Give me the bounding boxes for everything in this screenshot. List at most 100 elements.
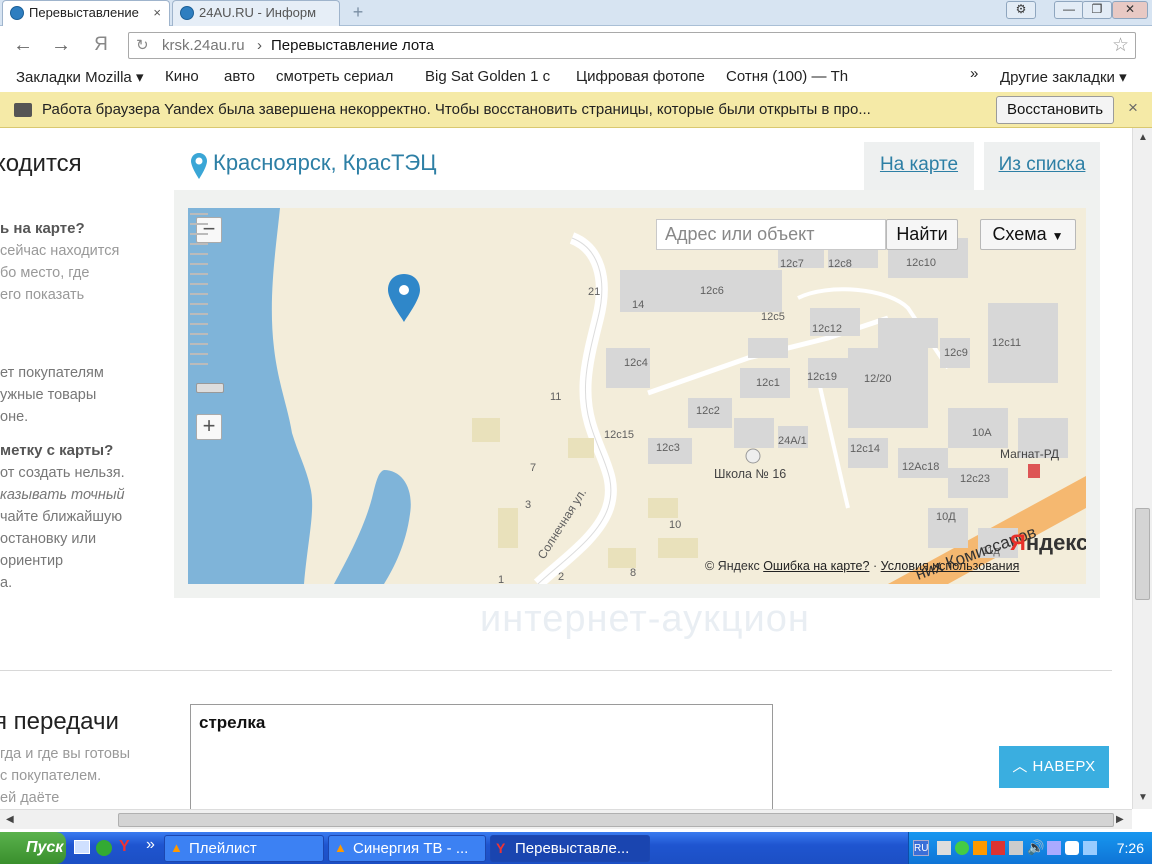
scroll-right-arrow-icon[interactable]: ▶ [1116, 814, 1124, 825]
tray-app-icon[interactable] [1065, 841, 1079, 855]
map-school-label: Школа № 16 [714, 467, 786, 481]
map-label: 7 [530, 462, 536, 474]
new-tab-button[interactable]: + [346, 2, 370, 24]
scroll-top-button[interactable]: ︿ НАВЕРХ [999, 746, 1109, 788]
sidebar-text-1: сейчас находится бо место, где его показ… [0, 243, 120, 303]
yandex-browser-icon[interactable]: Y [119, 838, 130, 856]
map-label: 12c10 [906, 257, 936, 269]
map-water-inlet [334, 470, 411, 584]
forward-arrow-icon[interactable]: → [48, 34, 74, 58]
bookmark-serial[interactable]: смотреть сериал [276, 68, 410, 85]
map-label: 12c14 [850, 443, 880, 455]
tray-app-icon[interactable] [1047, 841, 1061, 855]
map-label: 12c5 [761, 311, 785, 323]
zoom-slider[interactable] [188, 208, 210, 374]
map-search-input[interactable]: Адрес или объект [656, 219, 886, 250]
bookmark-bigsat[interactable]: Big Sat Golden 1 c [425, 68, 557, 85]
map-label: 12c7 [780, 258, 804, 270]
map-label: 10Д [936, 511, 956, 523]
map-label: 12Ас18 [902, 461, 939, 473]
map-label: 8 [630, 567, 636, 579]
section-title-delivery: я передачи [0, 708, 119, 735]
quicklaunch-more[interactable]: » [146, 836, 155, 854]
maximize-button[interactable]: ❐ [1082, 1, 1112, 19]
start-button[interactable]: Пуск [0, 832, 66, 864]
back-arrow-icon[interactable]: ← [10, 34, 36, 58]
address-bar[interactable]: ↻ krsk.24au.ru › Перевыставление лота ☆ [128, 32, 1136, 59]
restore-button[interactable]: Восстановить [996, 96, 1114, 124]
tray-app-icon[interactable] [973, 841, 987, 855]
sidebar-text-2: ет покупателям ужные товары оне. [0, 365, 104, 425]
vertical-scrollbar[interactable]: ▲ ▼ [1132, 128, 1152, 809]
scroll-up-arrow-icon[interactable]: ▲ [1138, 132, 1148, 143]
tray-app-icon[interactable] [1009, 841, 1023, 855]
zoom-in-button[interactable]: + [196, 414, 222, 440]
tab-title: 24AU.RU - Информ [199, 5, 317, 20]
task-yandex-browser[interactable]: Y Перевыставле... [490, 835, 650, 862]
horizontal-scroll-thumb[interactable] [118, 813, 1114, 827]
bookmarks-bar: Закладки Mozilla ▾ Кино авто смотреть се… [0, 64, 1152, 92]
yandex-logo[interactable]: Яндекс [1010, 530, 1086, 556]
clock[interactable]: 7:26 [1117, 840, 1144, 856]
map-find-button[interactable]: Найти [886, 219, 958, 250]
tab-24au[interactable]: 24AU.RU - Информ [172, 0, 340, 26]
bookmark-sotnya[interactable]: Сотня (100) — Th [726, 68, 860, 85]
language-indicator[interactable]: RU [913, 840, 929, 856]
map-road-lane [816, 377, 850, 509]
vertical-scroll-thumb[interactable] [1135, 508, 1150, 600]
task-sinergia[interactable]: ▲ Синергия ТВ - ... [328, 835, 486, 862]
task-playlist[interactable]: ▲ Плейлист [164, 835, 324, 862]
tab-perevystavlenie[interactable]: Перевыставление × [2, 0, 170, 26]
map-error-link[interactable]: Ошибка на карте? [763, 559, 869, 573]
bookmarks-more-chevron[interactable]: » [970, 65, 978, 82]
bookmark-other-folder[interactable]: Другие закладки ▾ [1000, 68, 1127, 86]
sidebar-text-3: от создать нельзя. казывать точный чайте… [0, 465, 125, 591]
site-favicon-icon [180, 6, 194, 20]
scroll-down-arrow-icon[interactable]: ▼ [1138, 792, 1148, 803]
map-type-select[interactable]: Схема ▼ [980, 219, 1076, 250]
tray-app-icon[interactable] [991, 841, 1005, 855]
map-terms-link[interactable]: Условия использования [881, 559, 1020, 573]
tray-app-icon[interactable] [1083, 841, 1097, 855]
map-label: 21 [588, 286, 600, 298]
tab-on-map[interactable]: На карте [864, 142, 974, 190]
tab-close-icon[interactable]: × [153, 1, 161, 25]
minimize-button[interactable]: — [1054, 1, 1084, 19]
close-window-button[interactable]: ✕ [1112, 1, 1148, 19]
yandex-map[interactable]: 21 14 11 7 3 1 2 8 10 12c7 12c8 12c10 12… [188, 208, 1086, 584]
location-pin-icon [191, 153, 207, 179]
reload-icon[interactable]: ↻ [136, 36, 149, 54]
sidebar-question-2: метку с карты? [0, 442, 114, 459]
gas-station-icon [1028, 464, 1040, 478]
tray-app-icon[interactable] [955, 841, 969, 855]
scroll-left-arrow-icon[interactable]: ◀ [6, 814, 14, 825]
map-label: 3 [525, 499, 531, 511]
yandex-home-icon[interactable]: Я [88, 34, 114, 58]
bookmark-star-icon[interactable]: ☆ [1112, 34, 1129, 57]
bookmark-foto[interactable]: Цифровая фотопе [576, 68, 708, 85]
settings-gear-icon[interactable]: ⚙ [1006, 1, 1036, 19]
tab-from-list[interactable]: Из списка [984, 142, 1100, 190]
quicklaunch-app-icon[interactable] [96, 840, 112, 856]
bookmark-avto[interactable]: авто [224, 68, 255, 85]
horizontal-scrollbar[interactable]: ◀ ▶ [0, 809, 1132, 829]
bookmark-kino[interactable]: Кино [165, 68, 199, 85]
zoom-slider-handle[interactable] [196, 383, 224, 393]
show-desktop-icon[interactable] [74, 840, 90, 854]
tray-app-icon[interactable] [937, 841, 951, 855]
infobar-close-icon[interactable]: × [1128, 98, 1138, 118]
yandex-browser-icon: Y [496, 840, 506, 856]
map-canvas[interactable]: 21 14 11 7 3 1 2 8 10 12c7 12c8 12c10 12… [188, 208, 1086, 584]
map-label: 12c11 [992, 337, 1021, 349]
map-label: 12c19 [807, 371, 837, 383]
divider [0, 670, 1112, 671]
infobar-message: Работа браузера Yandex была завершена не… [42, 101, 871, 118]
map-label: 12/20 [864, 373, 892, 385]
sidebar-question-1: ь на карте? [0, 220, 85, 237]
volume-icon[interactable]: 🔊 [1027, 839, 1044, 856]
map-attribution: © Яндекс Ошибка на карте? · Условия испо… [705, 559, 1020, 573]
delivery-textarea[interactable]: стрелка [190, 704, 773, 809]
map-label: 12c3 [656, 442, 680, 454]
bookmark-folder-mozilla[interactable]: Закладки Mozilla ▾ [16, 68, 152, 86]
section-title-location: ходится [0, 150, 82, 177]
